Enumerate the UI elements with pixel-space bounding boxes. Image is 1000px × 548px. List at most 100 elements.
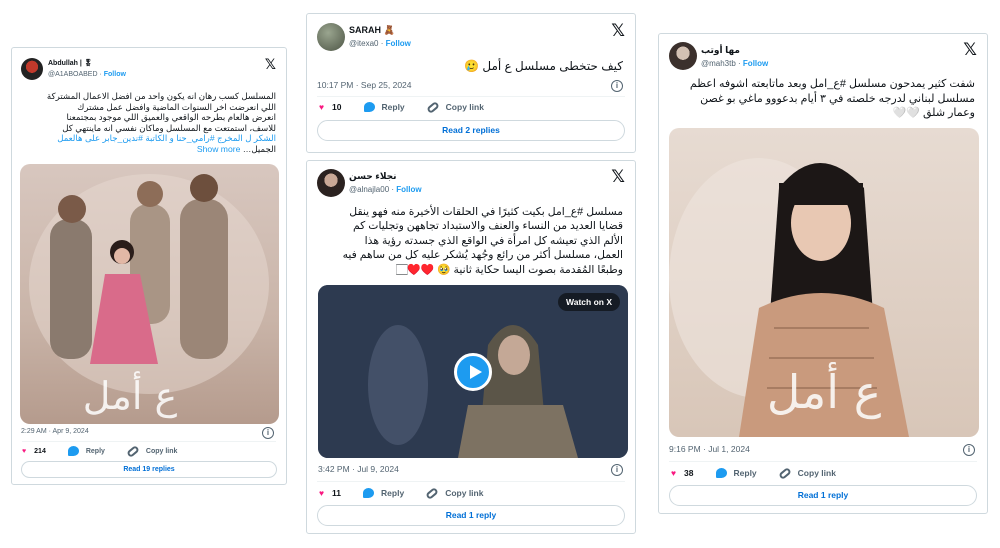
- link-icon: [777, 466, 792, 480]
- like-button[interactable]: ♥ 10: [319, 102, 342, 112]
- reply-bubble-icon: [363, 488, 375, 498]
- copy-link-label: Copy link: [145, 447, 178, 455]
- reply-button[interactable]: Reply: [67, 446, 105, 456]
- tweet-text: المسلسل كسب رهان انه يكون واحد من افضل ا…: [20, 91, 276, 155]
- x-logo-icon[interactable]: 𝕏: [611, 21, 625, 41]
- tweet-header: نجلاء حسن @alnajla00 · Follow 𝕏: [307, 161, 635, 207]
- avatar[interactable]: [669, 42, 697, 70]
- watch-on-x-badge[interactable]: Watch on X: [558, 293, 620, 311]
- avatar[interactable]: [21, 58, 43, 80]
- reply-bubble-icon: [363, 102, 375, 112]
- poster-portrait: ع أمل: [669, 158, 909, 437]
- svg-text:ع أمل: ع أمل: [767, 362, 881, 420]
- display-name[interactable]: مها أوتب: [701, 45, 740, 56]
- reply-button[interactable]: Reply: [363, 102, 405, 112]
- copy-link-label: Copy link: [445, 488, 484, 498]
- copy-link-button[interactable]: Copy link: [126, 444, 178, 458]
- tweet-card-abdullah: Abdullah | 🎖 @A1ABOABED · Follow 𝕏 المسل…: [11, 47, 287, 485]
- heart-icon: ♥: [319, 102, 325, 112]
- timestamp[interactable]: 3:42 PM · Jul 9, 2024: [318, 464, 399, 474]
- heart-icon: ♥: [319, 488, 325, 498]
- text-line: العمل، مسلسل أكثر من رائع وجُهد يُشكر عل…: [342, 249, 623, 262]
- x-logo-icon[interactable]: 𝕏: [611, 167, 625, 187]
- read-replies-button[interactable]: Read 1 reply: [317, 505, 625, 526]
- action-bar: ♥ 10 Reply Copy link: [319, 100, 506, 114]
- text-line: المسلسل كسب رهان انه يكون واحد من افضل ا…: [46, 91, 276, 101]
- info-icon[interactable]: i: [262, 427, 274, 439]
- handle[interactable]: @mah3tb: [701, 59, 736, 68]
- read-replies-button[interactable]: Read 1 reply: [669, 485, 977, 506]
- heart-icon: ♥: [671, 468, 677, 478]
- display-name[interactable]: SARAH 🧸: [349, 25, 395, 36]
- timestamp[interactable]: 2:29 AM · Apr 9, 2024: [21, 428, 89, 435]
- reply-button[interactable]: Reply: [363, 488, 404, 498]
- tweet-header: SARAH 🧸 @itexa0 · Follow 𝕏: [307, 14, 635, 60]
- link-icon: [126, 444, 140, 458]
- info-icon[interactable]: i: [963, 444, 975, 456]
- info-icon[interactable]: i: [611, 80, 623, 92]
- text-line: مسلسل #ع_امل بكيت كثيرًا في الحلقات الأخ…: [349, 206, 623, 218]
- handle[interactable]: @alnajla00: [349, 185, 389, 194]
- text-line: مسلسل لبناني لدرجه خلصته في ٣ أيام بدعوو…: [700, 92, 975, 105]
- handle[interactable]: @itexa0: [349, 39, 378, 48]
- reply-button[interactable]: Reply: [715, 468, 757, 478]
- play-button-icon[interactable]: [454, 353, 492, 391]
- like-button[interactable]: ♥ 38: [671, 468, 694, 478]
- copy-link-button[interactable]: Copy link: [425, 486, 484, 500]
- text-line: للاسف، استمتعت مع المسلسل وماكان نفسي ان…: [62, 122, 276, 133]
- text-line: وعمار شلق 🤍🤍: [892, 107, 975, 119]
- text-line: انعرض هالعام بطرحه الواقعي والعميق اللي …: [66, 112, 276, 123]
- avatar[interactable]: [317, 169, 345, 197]
- reply-label: Reply: [381, 102, 405, 112]
- info-icon[interactable]: i: [611, 464, 623, 476]
- handle-line: @itexa0 · Follow: [349, 39, 411, 48]
- like-button[interactable]: ♥ 214: [22, 448, 46, 455]
- tweet-card-sarah: SARAH 🧸 @itexa0 · Follow 𝕏 كيف حتخطى مسل…: [306, 13, 636, 153]
- text-line: الألم الذي تعيشه كل امرأة في الواقع الذي…: [364, 234, 623, 247]
- reply-label: Reply: [85, 447, 105, 455]
- link-icon: [425, 100, 440, 114]
- like-count: 10: [332, 102, 342, 112]
- copy-link-button[interactable]: Copy link: [425, 100, 484, 114]
- tweet-image[interactable]: ع أمل: [669, 128, 979, 437]
- timestamp[interactable]: 9:16 PM · Jul 1, 2024: [669, 444, 750, 454]
- follow-button[interactable]: Follow: [396, 185, 421, 194]
- handle-line: @alnajla00 · Follow: [349, 185, 422, 194]
- like-count: 214: [34, 447, 46, 455]
- copy-link-label: Copy link: [445, 102, 484, 112]
- like-button[interactable]: ♥ 11: [319, 488, 341, 498]
- tweet-card-najla: نجلاء حسن @alnajla00 · Follow 𝕏 مسلسل #ع…: [306, 160, 636, 534]
- tweet-text: كيف حتخطى مسلسل ع أمل 🥲: [464, 59, 623, 73]
- handle[interactable]: @A1ABOABED: [48, 71, 98, 78]
- avatar[interactable]: [317, 23, 345, 51]
- tweet-header: Abdullah | 🎖 @A1ABOABED · Follow 𝕏: [12, 48, 286, 94]
- follow-button[interactable]: Follow: [386, 39, 411, 48]
- text-line: اللي انعرضت اخر السنوات الماضية وافضل عم…: [77, 101, 276, 112]
- follow-button[interactable]: Follow: [104, 71, 126, 78]
- tweet-text: مسلسل #ع_امل بكيت كثيرًا في الحلقات الأخ…: [317, 205, 623, 277]
- read-replies-button[interactable]: Read 2 replies: [317, 120, 625, 141]
- reply-bubble-icon: [67, 446, 79, 456]
- poster-illustration: ع أمل: [29, 174, 269, 419]
- tweet-header: مها أوتب @mah3tb · Follow 𝕏: [659, 34, 987, 80]
- text-line: شفت كثير يمدحون مسلسل #ع_امل وبعد ماتابع…: [689, 78, 975, 90]
- display-name[interactable]: Abdullah | 🎖: [48, 59, 93, 67]
- timestamp[interactable]: 10:17 PM · Sep 25, 2024: [317, 80, 412, 90]
- follow-button[interactable]: Follow: [743, 59, 768, 68]
- text-line: قضايا العديد من النساء والعنف والاستبداد…: [352, 220, 623, 233]
- action-bar: ♥ 214 Reply Copy link: [22, 444, 199, 458]
- read-replies-button[interactable]: Read 19 replies: [21, 461, 277, 478]
- tweet-video[interactable]: Watch on X: [318, 285, 628, 458]
- divider: [22, 441, 276, 442]
- show-more-link[interactable]: Show more: [197, 144, 240, 154]
- copy-link-button[interactable]: Copy link: [777, 466, 836, 480]
- reply-label: Reply: [381, 488, 405, 498]
- x-logo-icon[interactable]: 𝕏: [265, 57, 276, 73]
- copy-link-label: Copy link: [797, 468, 836, 478]
- reply-label: Reply: [733, 468, 757, 478]
- display-name[interactable]: نجلاء حسن: [349, 171, 397, 182]
- tweet-image[interactable]: ع أمل: [20, 164, 279, 424]
- svg-text:ع أمل: ع أمل: [83, 371, 178, 419]
- x-logo-icon[interactable]: 𝕏: [963, 40, 977, 60]
- text-line[interactable]: الشكر ل المخرج #رامي_حنا و الكاتبة #ندين…: [20, 133, 276, 144]
